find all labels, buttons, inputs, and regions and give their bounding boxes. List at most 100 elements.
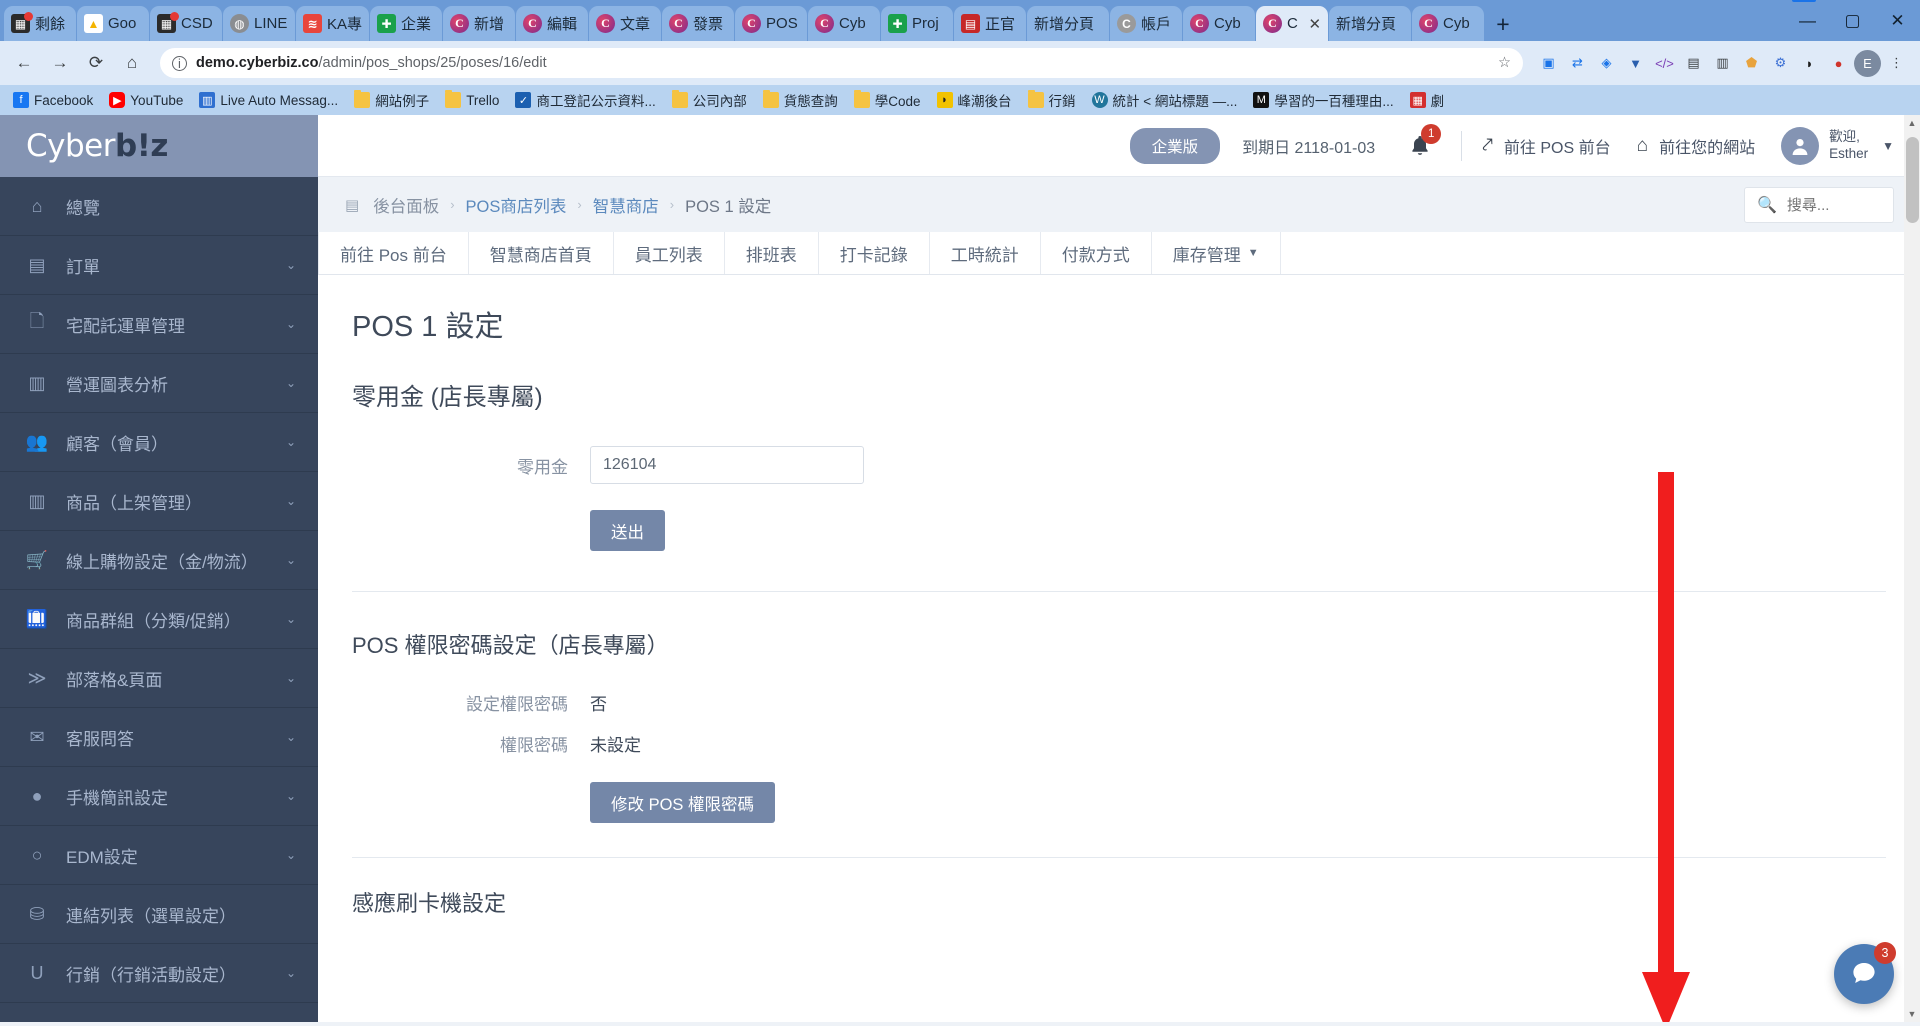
yab-icon[interactable]: ▼ (1622, 50, 1649, 77)
bookmark-star-icon[interactable]: ☆ (1498, 55, 1511, 71)
maximize-button[interactable]: ▢ (1830, 0, 1875, 41)
browser-tab[interactable]: ▲ Goo (77, 6, 149, 41)
browser-tab[interactable]: Cyb (1183, 6, 1256, 41)
sidebar-item-8[interactable]: ≫ 部落格&頁面 ⌄ (0, 649, 318, 708)
close-tab-icon[interactable]: ✕ (1308, 15, 1321, 33)
breadcrumb-item-1[interactable]: POS商店列表 (466, 193, 567, 217)
bookmark-item[interactable]: Trello (438, 89, 506, 111)
brand-logo[interactable]: Cyberb!z (0, 115, 318, 177)
scroll-up-arrow[interactable]: ▲ (1906, 118, 1918, 128)
minimize-button[interactable]: — (1785, 0, 1830, 41)
puzzle-icon[interactable]: ⬟ (1738, 50, 1765, 77)
sidebar-item-12[interactable]: ⛁ 連結列表（選單設定） (0, 885, 318, 944)
page-scrollbar[interactable]: ▲ ▼ (1904, 115, 1920, 1022)
chevron-down-icon[interactable]: ⌄ (286, 671, 296, 685)
translate-icon[interactable]: ⇄ (1564, 50, 1591, 77)
submit-button[interactable]: 送出 (590, 510, 665, 551)
list-icon[interactable]: ▥ (1709, 50, 1736, 77)
scrollbar-thumb[interactable] (1906, 137, 1919, 223)
sidebar-item-10[interactable]: ● 手機簡訊設定 ⌄ (0, 767, 318, 826)
bookmark-item[interactable]: 貨態查詢 (756, 87, 845, 113)
tab-2[interactable]: 員工列表 (614, 232, 725, 274)
tab-7[interactable]: 庫存管理 ▼ (1152, 232, 1281, 274)
reload-icon[interactable]: ⟳ (80, 47, 112, 79)
bookmark-item[interactable]: f Facebook (6, 89, 100, 111)
tab-0[interactable]: 前往 Pos 前台 (318, 232, 469, 274)
intercom-chat-button[interactable]: 3 (1834, 942, 1896, 1004)
browser-tab[interactable]: ▦ CSD (150, 6, 222, 41)
sidebar-item-13[interactable]: U 行銷（行銷活動設定） ⌄ (0, 944, 318, 1003)
sidebar-item-1[interactable]: ▤ 訂單 ⌄ (0, 236, 318, 295)
chevron-down-icon[interactable]: ⌄ (286, 789, 296, 803)
browser-tab[interactable]: ✚ 企業 (370, 6, 443, 41)
change-pos-password-button[interactable]: 修改 POS 權限密碼 (590, 782, 776, 823)
search-box[interactable]: 🔍 (1744, 187, 1894, 223)
tab-6[interactable]: 付款方式 (1041, 232, 1152, 274)
window-icon[interactable]: ▤ (1680, 50, 1707, 77)
browser-tab[interactable]: 新增分頁 (1027, 6, 1110, 41)
browser-tab[interactable]: 發票 (662, 6, 735, 41)
chevron-down-icon[interactable]: ▼ (1882, 139, 1894, 153)
tab-1[interactable]: 智慧商店首頁 (469, 232, 614, 274)
bookmark-item[interactable]: 網站例子 (347, 87, 436, 113)
browser-tab[interactable]: ▤ 正官 (954, 6, 1027, 41)
browser-tab[interactable]: Cyb (1412, 6, 1485, 41)
new-tab-button[interactable]: + (1485, 8, 1521, 41)
bookmark-item[interactable]: ▥ Live Auto Messag... (192, 89, 345, 111)
browser-menu-icon[interactable]: ⋮ (1883, 50, 1910, 77)
home-icon[interactable]: ⌂ (116, 47, 148, 79)
chevron-down-icon[interactable]: ⌄ (286, 494, 296, 508)
browser-tab[interactable]: Cyb (808, 6, 881, 41)
breadcrumb-item-2[interactable]: 智慧商店 (593, 193, 659, 217)
sidebar-item-9[interactable]: ✉ 客服問答 ⌄ (0, 708, 318, 767)
bookmark-item[interactable]: W 統計 < 網站標題 —... (1085, 87, 1245, 113)
tab-5[interactable]: 工時統計 (930, 232, 1041, 274)
bookmark-item[interactable]: 公司內部 (665, 87, 754, 113)
browser-tab[interactable]: ≋ KA專 (296, 6, 370, 41)
bookmark-item[interactable]: M 學習的一百種理由... (1246, 87, 1400, 113)
clock-icon[interactable]: ● (1825, 50, 1852, 77)
browser-tab[interactable]: C✕ (1256, 6, 1329, 41)
chevron-down-icon[interactable]: ⌄ (286, 966, 296, 980)
search-input[interactable] (1786, 196, 1881, 214)
sidebar-item-6[interactable]: 🛒 線上購物設定（金/物流） ⌄ (0, 531, 318, 590)
tab-3[interactable]: 排班表 (725, 232, 819, 274)
cast-icon[interactable]: ▣ (1535, 50, 1562, 77)
bookmark-item[interactable]: ✓ 商工登記公示資料... (508, 87, 662, 113)
goto-site-link[interactable]: ⌂ 前往您的網站 (1637, 134, 1756, 158)
bell-icon[interactable]: 1 (1405, 123, 1442, 161)
browser-tab[interactable]: C 帳戶 (1110, 6, 1183, 41)
bookmark-item[interactable]: 學Code (847, 87, 928, 113)
bookmark-item[interactable]: 行銷 (1021, 87, 1083, 113)
sidebar-item-7[interactable]: 🛄 商品群組（分類/促銷） ⌄ (0, 590, 318, 649)
browser-tab[interactable]: 編輯 (516, 6, 589, 41)
code-icon[interactable]: </> (1651, 50, 1678, 77)
forward-icon[interactable]: → (44, 47, 76, 79)
browser-tab[interactable]: 新增分頁 (1329, 6, 1412, 41)
sidebar-item-0[interactable]: ⌂ 總覽 (0, 177, 318, 236)
browser-tab[interactable]: POS (735, 6, 808, 41)
tab-4[interactable]: 打卡記錄 (819, 232, 930, 274)
sidebar-item-3[interactable]: ▥ 營運圖表分析 ⌄ (0, 354, 318, 413)
shield-icon[interactable]: ◈ (1593, 50, 1620, 77)
chevron-down-icon[interactable]: ⌄ (286, 612, 296, 626)
browser-tab[interactable]: 文章 (589, 6, 662, 41)
mask-icon[interactable]: ◗ (1796, 50, 1823, 77)
chevron-down-icon[interactable]: ⌄ (286, 730, 296, 744)
chevron-down-icon[interactable]: ⌄ (286, 317, 296, 331)
sidebar-item-4[interactable]: 👥 顧客（會員） ⌄ (0, 413, 318, 472)
profile-avatar[interactable]: E (1854, 49, 1881, 77)
address-bar[interactable]: i demo.cyberbiz.co/admin/pos_shops/25/po… (160, 48, 1523, 78)
browser-tab[interactable]: ▦ 剩餘 (4, 6, 76, 41)
sidebar-item-11[interactable]: ○ EDM設定 ⌄ (0, 826, 318, 885)
sidebar-item-2[interactable]: 🗋 宅配託運單管理 ⌄ (0, 295, 318, 354)
chevron-down-icon[interactable]: ⌄ (286, 376, 296, 390)
tools-icon[interactable]: ⚙ (1767, 50, 1794, 77)
petty-cash-input[interactable] (590, 446, 864, 484)
bookmark-item[interactable]: ▶ YouTube (102, 89, 190, 111)
back-icon[interactable]: ← (8, 47, 40, 79)
chevron-down-icon[interactable]: ⌄ (286, 848, 296, 862)
browser-tab[interactable]: ✚ Proj (881, 6, 954, 41)
chevron-down-icon[interactable]: ▼ (1248, 247, 1259, 259)
goto-pos-link[interactable]: ⤤ 前往 POS 前台 (1482, 134, 1610, 158)
